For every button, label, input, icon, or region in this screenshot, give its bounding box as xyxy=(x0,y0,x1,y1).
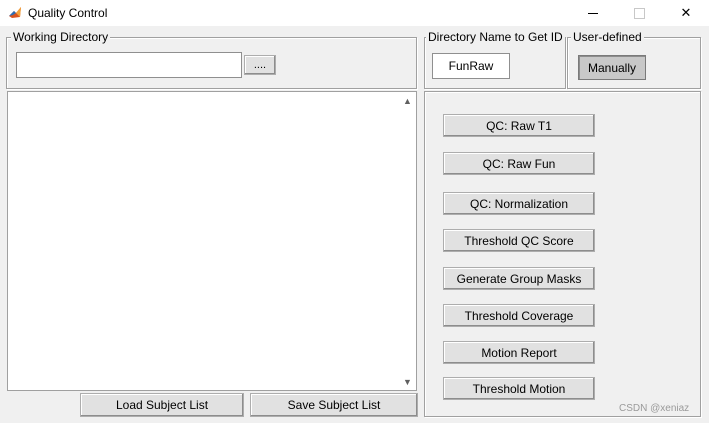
generate-group-masks-button[interactable]: Generate Group Masks xyxy=(443,267,595,290)
directory-name-input[interactable]: FunRaw xyxy=(432,53,510,79)
chevron-up-icon[interactable]: ▲ xyxy=(399,92,416,109)
maximize-icon xyxy=(633,7,645,19)
maximize-button[interactable] xyxy=(616,0,662,26)
matlab-icon xyxy=(9,7,21,18)
listbox-scrollbar[interactable]: ▲ ▼ xyxy=(399,92,416,390)
watermark: CSDN @xeniaz xyxy=(619,403,690,414)
threshold-motion-button[interactable]: Threshold Motion xyxy=(443,377,595,400)
threshold-qc-score-button[interactable]: Threshold QC Score xyxy=(443,229,595,252)
working-directory-input[interactable] xyxy=(16,52,242,78)
motion-report-button[interactable]: Motion Report xyxy=(443,341,595,364)
user-defined-label: User-defined xyxy=(571,30,644,44)
qc-actions-panel xyxy=(424,91,701,417)
close-button[interactable]: ✕ xyxy=(663,0,709,26)
load-subject-list-button[interactable]: Load Subject List xyxy=(80,393,244,417)
minimize-icon xyxy=(588,12,598,14)
working-directory-label: Working Directory xyxy=(11,30,111,44)
title-bar: Quality Control ✕ xyxy=(0,0,709,26)
close-icon: ✕ xyxy=(680,5,692,20)
browse-button[interactable]: .... xyxy=(244,55,276,75)
minimize-button[interactable] xyxy=(570,0,616,26)
window-title: Quality Control xyxy=(28,6,108,20)
threshold-coverage-button[interactable]: Threshold Coverage xyxy=(443,304,595,327)
subject-listbox[interactable]: ▲ ▼ xyxy=(7,91,417,391)
manually-toggle-button[interactable]: Manually xyxy=(578,55,646,80)
chevron-down-icon[interactable]: ▼ xyxy=(399,373,416,390)
qc-normalization-button[interactable]: QC: Normalization xyxy=(443,192,595,215)
save-subject-list-button[interactable]: Save Subject List xyxy=(250,393,418,417)
qc-raw-t1-button[interactable]: QC: Raw T1 xyxy=(443,114,595,137)
qc-raw-fun-button[interactable]: QC: Raw Fun xyxy=(443,152,595,175)
directory-name-label: Directory Name to Get ID xyxy=(426,30,565,44)
